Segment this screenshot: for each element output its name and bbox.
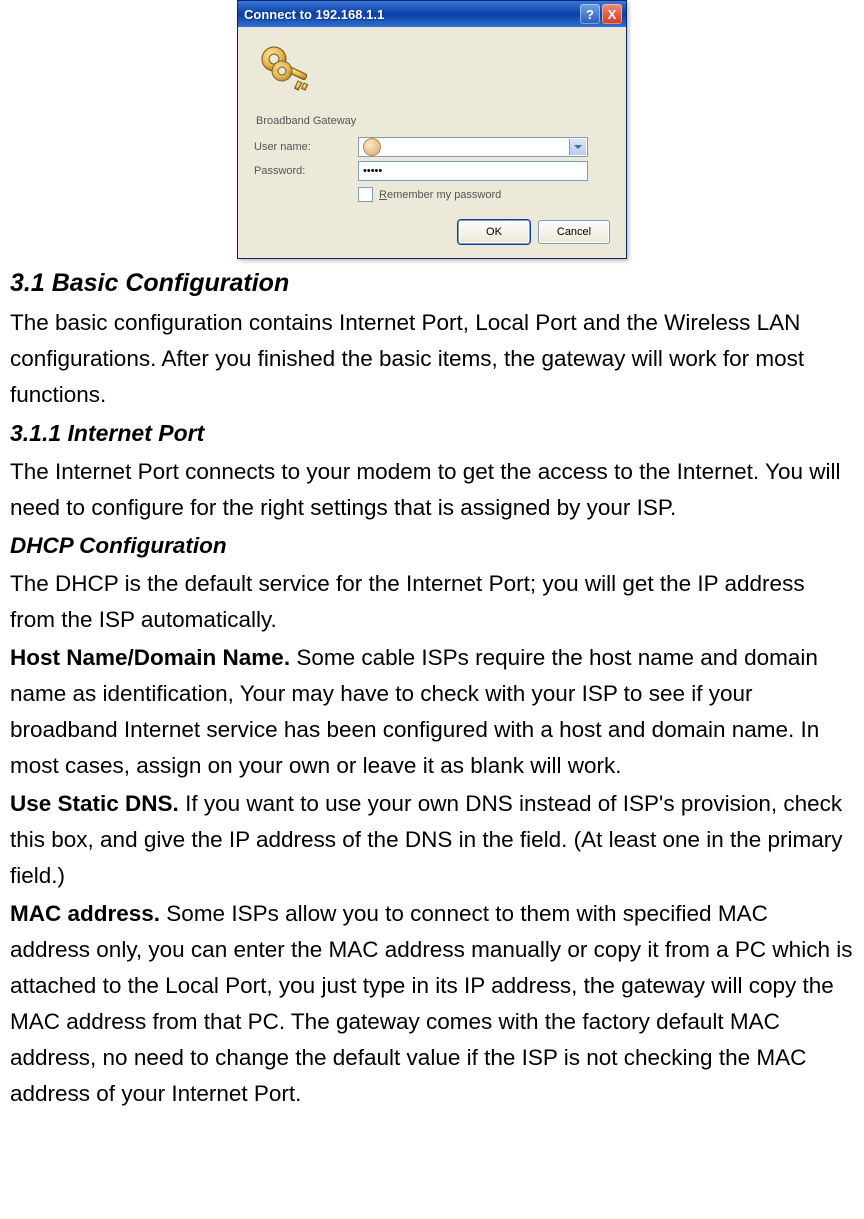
heading-3-1: 3.1 Basic Configuration [10, 263, 854, 303]
paragraph: The DHCP is the default service for the … [10, 566, 854, 638]
password-value: ••••• [363, 165, 382, 177]
password-label: Password: [254, 165, 358, 177]
remember-label: Remember my password [379, 189, 501, 201]
dialog-title: Connect to 192.168.1.1 [244, 7, 578, 22]
close-icon: X [608, 7, 617, 22]
paragraph: The basic configuration contains Interne… [10, 305, 854, 413]
dialog-titlebar[interactable]: Connect to 192.168.1.1 ? X [238, 1, 626, 27]
password-field[interactable]: ••••• [358, 161, 588, 181]
document-body: 3.1 Basic Configuration The basic config… [10, 263, 854, 1112]
keys-icon [254, 88, 318, 102]
realm-label: Broadband Gateway [256, 115, 610, 127]
auth-dialog: Connect to 192.168.1.1 ? X [237, 0, 627, 259]
paragraph: Host Name/Domain Name. Some cable ISPs r… [10, 640, 854, 784]
username-label: User name: [254, 141, 358, 153]
username-field[interactable] [358, 137, 588, 157]
paragraph: Use Static DNS. If you want to use your … [10, 786, 854, 894]
close-button[interactable]: X [602, 4, 622, 24]
remember-checkbox[interactable] [358, 187, 373, 202]
help-icon: ? [586, 7, 594, 22]
cancel-button[interactable]: Cancel [538, 220, 610, 244]
paragraph: MAC address. Some ISPs allow you to conn… [10, 896, 854, 1112]
paragraph: The Internet Port connects to your modem… [10, 454, 854, 526]
heading-dhcp: DHCP Configuration [10, 528, 854, 564]
heading-3-1-1: 3.1.1 Internet Port [10, 415, 854, 452]
ok-button[interactable]: OK [458, 220, 530, 244]
help-button[interactable]: ? [580, 4, 600, 24]
chevron-down-icon[interactable] [569, 139, 586, 155]
user-icon [363, 138, 381, 156]
